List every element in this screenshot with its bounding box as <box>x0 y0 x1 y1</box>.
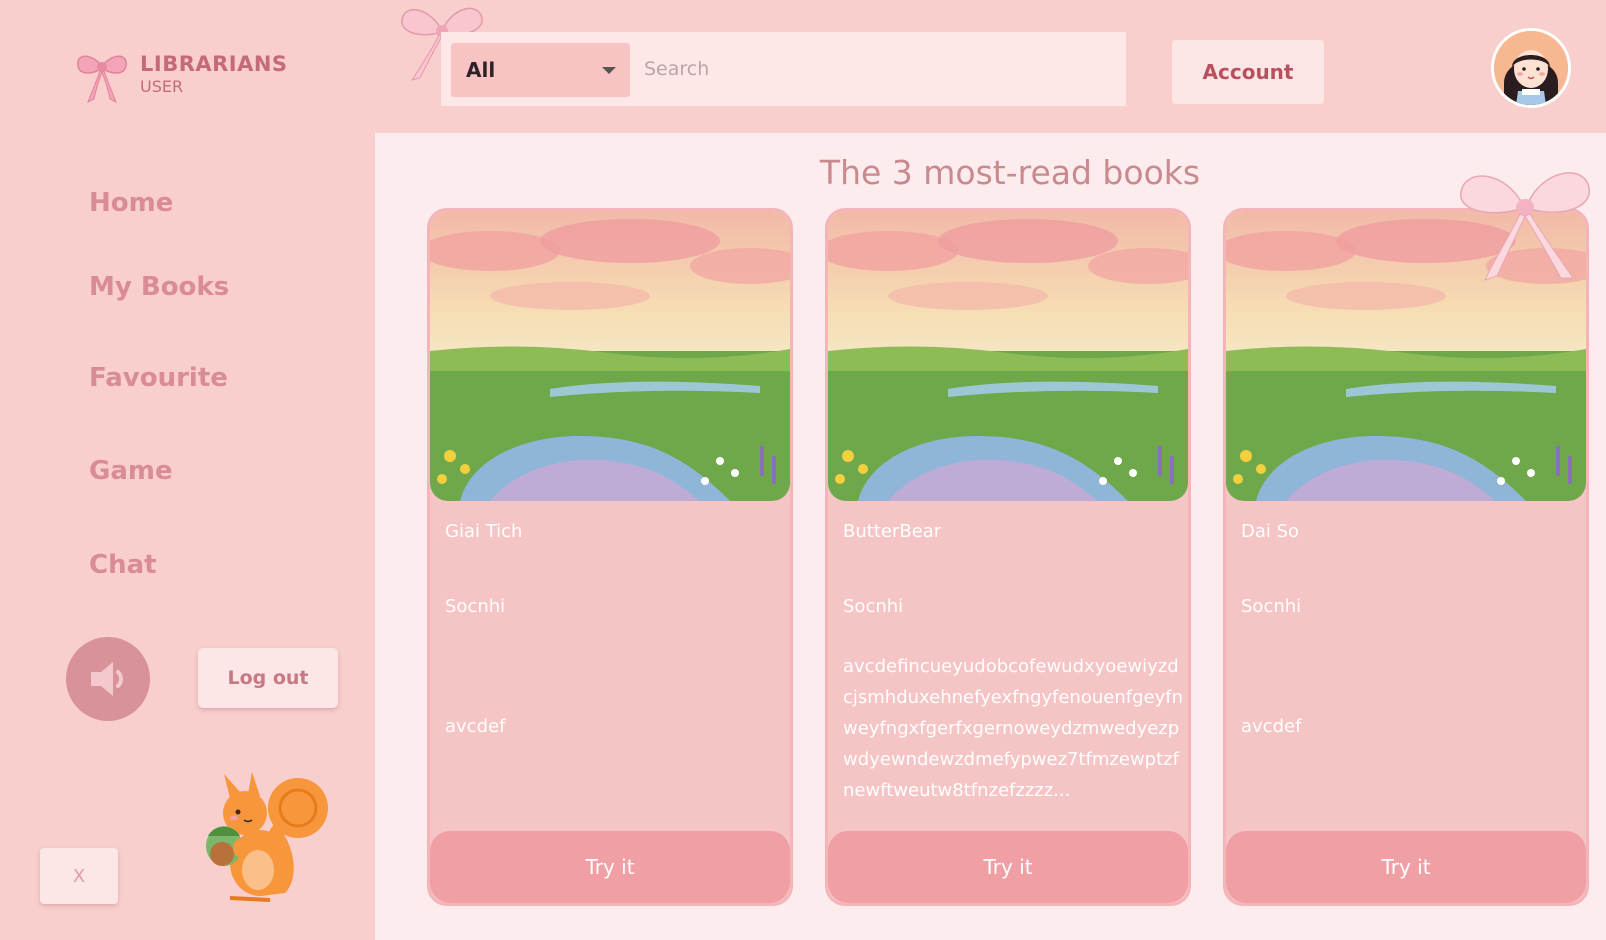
book-description: avcdef <box>1241 716 1302 737</box>
speaker-icon <box>91 662 123 696</box>
brand-title: LIBRARIANS <box>140 52 288 76</box>
bow-icon <box>1460 172 1590 281</box>
book-title: ButterBear <box>843 521 942 542</box>
book-author: Socnhi <box>445 596 506 617</box>
category-select[interactable]: All <box>451 43 630 97</box>
category-select-value: All <box>466 58 496 82</box>
book-card: Dai So Socnhi avcdef Try it <box>1223 208 1589 906</box>
logo[interactable]: LIBRARIANS USER <box>72 44 288 104</box>
nav-item-home[interactable]: Home <box>89 188 173 218</box>
nav-item-game[interactable]: Game <box>89 456 173 486</box>
try-it-button[interactable]: Try it <box>828 831 1188 903</box>
book-description: avcdefincueyudobcofewudxyoewiyzdcjsmhdux… <box>843 656 1183 801</box>
search-input[interactable] <box>644 46 1104 92</box>
search-bar: All <box>441 32 1126 106</box>
book-author: Socnhi <box>843 596 904 617</box>
main-content: The 3 most-read books Giai Tich Socnhi a… <box>375 133 1606 940</box>
book-cover-image <box>828 211 1188 501</box>
sidebar: LIBRARIANS USER Home My Books Favourite … <box>0 0 375 940</box>
nav-item-chat[interactable]: Chat <box>89 550 157 580</box>
close-button[interactable]: X <box>40 848 118 904</box>
book-title: Dai So <box>1241 521 1300 542</box>
account-button[interactable]: Account <box>1172 40 1324 104</box>
section-title: The 3 most-read books <box>819 153 1201 192</box>
squirrel-illustration <box>206 772 328 902</box>
bow-icon <box>77 55 127 104</box>
book-card: ButterBear Socnhi avcdefincueyudobcofewu… <box>825 208 1191 906</box>
book-author: Socnhi <box>1241 596 1302 617</box>
brand-subtitle: USER <box>140 77 184 96</box>
try-it-button[interactable]: Try it <box>1226 831 1586 903</box>
book-card: Giai Tich Socnhi avcdef Try it <box>427 208 793 906</box>
logout-button[interactable]: Log out <box>198 648 338 708</box>
sound-toggle-button[interactable] <box>66 637 150 721</box>
book-cover-image <box>430 211 790 501</box>
nav-item-favourite[interactable]: Favourite <box>89 363 228 393</box>
chevron-down-icon <box>602 67 616 74</box>
avatar[interactable] <box>1491 28 1571 108</box>
nav-item-my-books[interactable]: My Books <box>89 272 229 302</box>
try-it-button[interactable]: Try it <box>430 831 790 903</box>
avatar-illustration <box>1494 31 1568 105</box>
book-title: Giai Tich <box>445 521 523 542</box>
book-description: avcdef <box>445 716 506 737</box>
